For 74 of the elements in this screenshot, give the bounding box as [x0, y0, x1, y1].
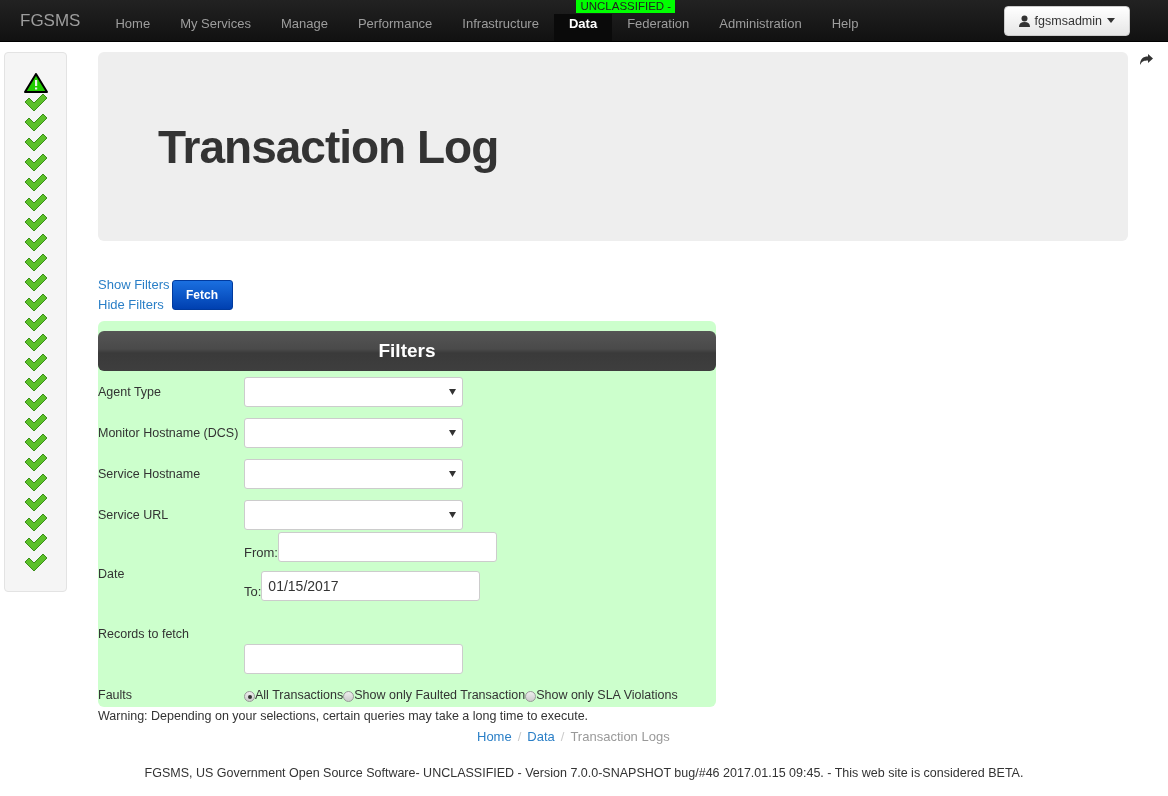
checkmark-icon[interactable] [23, 213, 48, 233]
radio-button[interactable] [525, 691, 537, 702]
nav-link[interactable]: Manage [265, 14, 343, 41]
checkmark-icon[interactable] [23, 173, 48, 193]
nav-link[interactable]: Help [816, 14, 874, 41]
checkmark-icon[interactable] [23, 453, 48, 473]
field-label: Service URL [98, 507, 170, 522]
nav-link[interactable]: Infrastructure [447, 14, 554, 41]
nav-link[interactable]: Performance [342, 14, 448, 41]
dropdown-arrow-icon [449, 388, 456, 395]
checkmark-icon[interactable] [23, 153, 48, 173]
checkmark-icon[interactable] [23, 513, 48, 533]
breadcrumb-separator: / [517, 729, 522, 744]
checkmark-icon[interactable] [23, 413, 48, 433]
radio-label[interactable]: All Transactions [255, 688, 344, 702]
field-label: Date [98, 567, 126, 581]
from-label: From: [244, 545, 278, 562]
warning-text: Warning: Depending on your selections, certain queries may take a long time to execute. [98, 709, 590, 723]
checkmark-icon[interactable] [23, 333, 48, 353]
to-date-field[interactable]: 01/15/2017 [261, 571, 481, 601]
user-menu-button[interactable]: fgsmsadmin [1003, 5, 1130, 36]
filter-toggle-link[interactable]: Show Filters [98, 275, 170, 295]
from-date-field[interactable] [277, 532, 497, 562]
checkmark-icon[interactable] [23, 293, 48, 313]
nav-link[interactable]: Federation [612, 14, 705, 41]
radio-button[interactable] [244, 691, 255, 702]
caret-icon [1107, 18, 1115, 23]
dropdown-arrow-icon [449, 470, 456, 477]
checkmark-icon[interactable] [23, 93, 48, 113]
checkmark-icon[interactable] [23, 273, 48, 293]
checkmark-icon[interactable] [23, 113, 48, 133]
checkmark-icon[interactable] [23, 493, 48, 513]
nav-link[interactable]: Home [100, 14, 166, 41]
fetch-button[interactable]: Fetch [171, 280, 233, 310]
field-label: Faults [98, 688, 134, 702]
field-label: Records to fetch [98, 627, 190, 641]
nav-link[interactable]: Administration [704, 14, 817, 41]
checkmark-icon[interactable] [23, 133, 48, 153]
field-label: Service Hostname [98, 466, 202, 481]
checkmark-icon[interactable] [23, 393, 48, 413]
filter-toggle-link[interactable]: Hide Filters [98, 295, 170, 315]
breadcrumb-item[interactable]: Data [527, 729, 555, 744]
radio-button[interactable] [343, 691, 355, 702]
checkmark-icon[interactable] [23, 373, 48, 393]
radio-label[interactable]: Show only Faulted Transaction [354, 688, 526, 702]
checkmark-icon[interactable] [23, 353, 48, 373]
checkmark-icon[interactable] [23, 253, 48, 273]
checkmark-icon[interactable] [23, 233, 48, 253]
checkmark-icon[interactable] [23, 433, 48, 453]
share-icon[interactable] [1140, 54, 1153, 65]
classification-badge: UNCLASSIFIED - [576, 0, 676, 13]
dropdown-arrow-icon [449, 429, 456, 436]
records-field[interactable] [244, 644, 463, 674]
checkmark-icon[interactable] [23, 193, 48, 213]
breadcrumb-separator: / [560, 729, 565, 744]
nav-link[interactable]: My Services [165, 14, 266, 41]
checkmark-icon[interactable] [23, 313, 48, 333]
footer-text: FGSMS, US Government Open Source Software- UNCLASSIFIED - Version 7.0.0-SNAPSHOT bug/#46 2017.01.15 09:45. - This web site is considered BETA. [143, 766, 1025, 780]
breadcrumb-item[interactable]: Home [477, 729, 512, 744]
radio-label[interactable]: Show only SLA Violations [536, 688, 678, 702]
checkmark-icon[interactable] [23, 553, 48, 573]
field-label: Agent Type [98, 384, 162, 399]
dropdown-arrow-icon [449, 511, 456, 518]
checkmark-icon[interactable] [23, 473, 48, 493]
checkmark-icon[interactable] [23, 533, 48, 553]
filters-title: Filters [378, 340, 436, 362]
to-label: To: [244, 584, 262, 601]
field-label: Monitor Hostname (DCS) [98, 425, 240, 440]
user-icon [1018, 14, 1030, 27]
brand-link[interactable]: FGSMS [0, 10, 101, 31]
breadcrumb-item: Transaction Logs [570, 729, 670, 744]
nav-link[interactable]: Data [553, 14, 613, 41]
page-title: Transaction Log [158, 119, 499, 174]
warning-icon[interactable] [23, 73, 48, 93]
